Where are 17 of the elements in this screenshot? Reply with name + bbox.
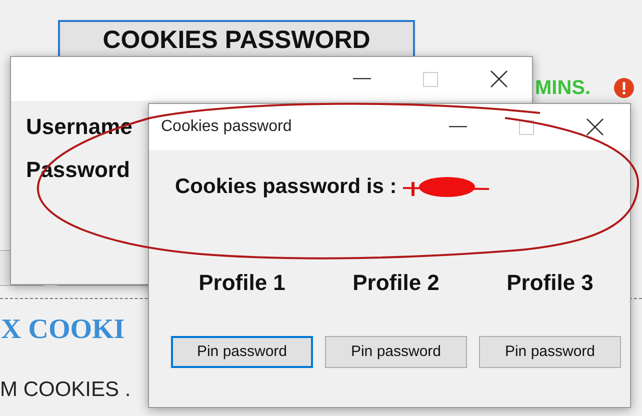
notice-text: MINS. (535, 77, 591, 99)
heading: X COOKI (1, 315, 125, 345)
pin-password-button[interactable]: Pin password (325, 336, 467, 368)
profile-label: Profile 1 (198, 270, 286, 296)
maximize-icon[interactable] (519, 120, 534, 134)
close-icon[interactable] (586, 118, 604, 136)
minimize-icon[interactable] (449, 126, 467, 128)
profile-label: Profile 3 (506, 270, 594, 296)
password-message: Cookies password is : (175, 174, 397, 200)
profile-label: Profile 2 (352, 270, 440, 296)
pin-password-button[interactable]: Pin password (171, 336, 313, 368)
alert-icon (614, 78, 634, 98)
window-title: Cookies password (161, 117, 292, 137)
close-icon[interactable] (490, 70, 508, 88)
pin-password-button[interactable]: Pin password (479, 336, 621, 368)
body-text: M COOKIES . (0, 378, 131, 402)
minimize-icon[interactable] (353, 78, 371, 80)
